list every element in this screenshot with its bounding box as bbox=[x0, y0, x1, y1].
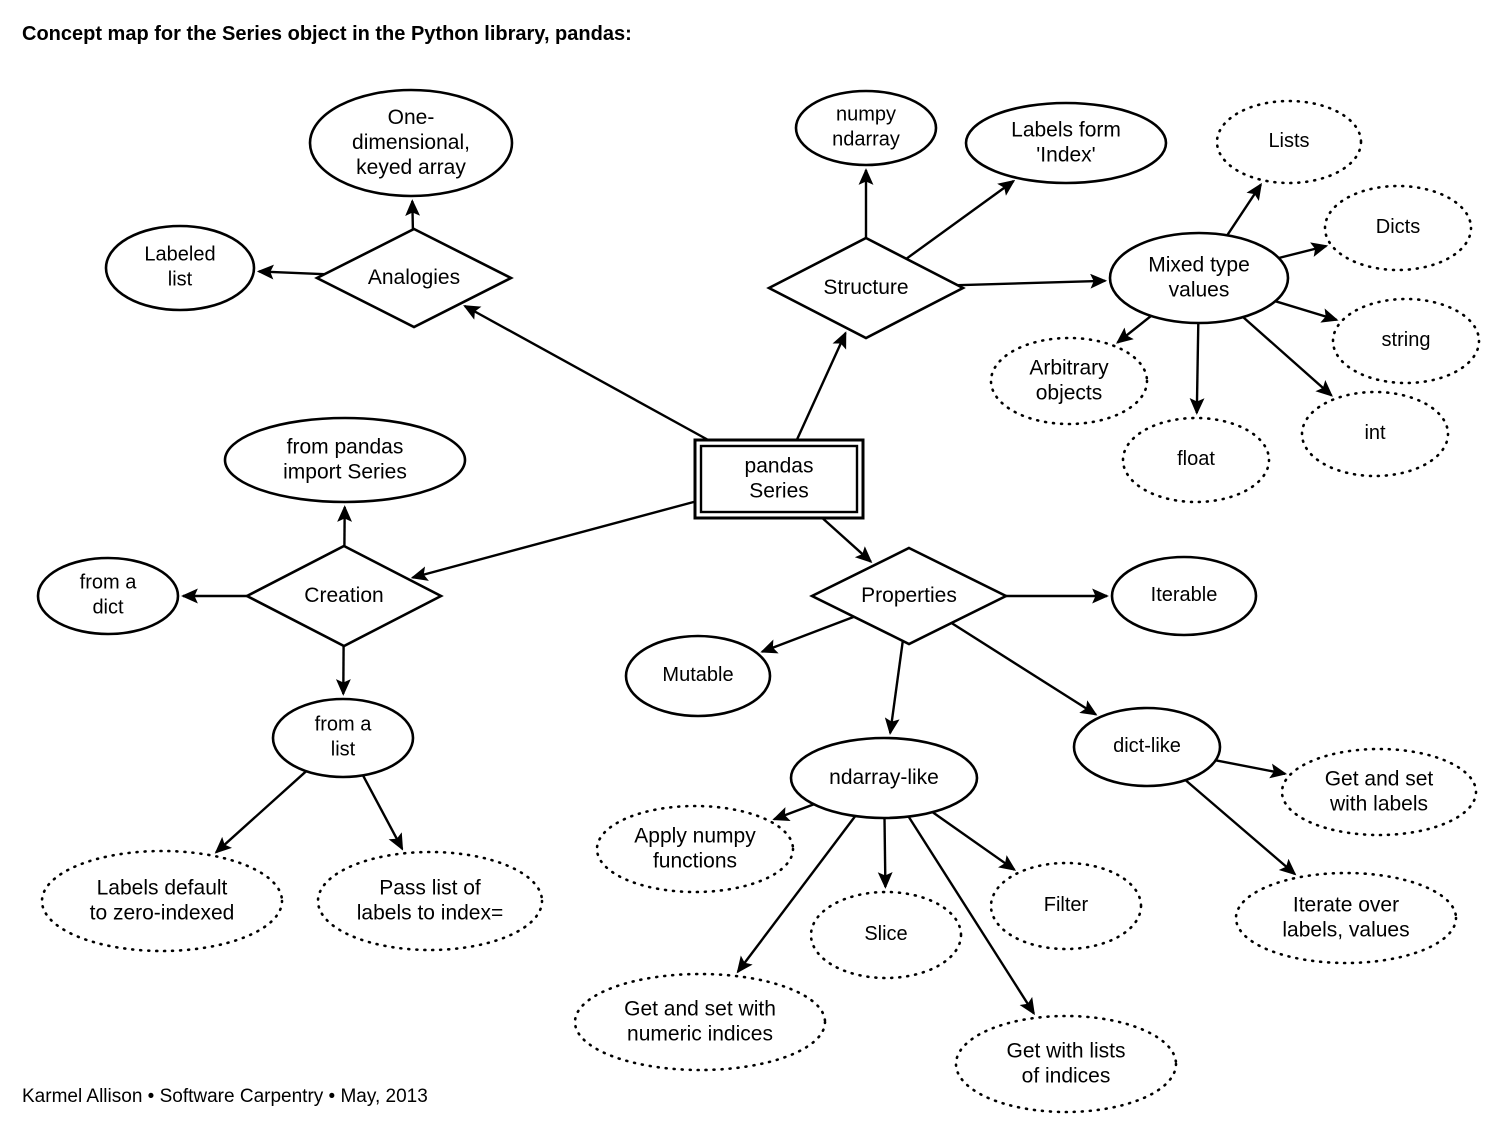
node-layer: pandas Series Analogies One-dimensional, key… bbox=[36, 88, 1481, 1114]
node-apply-numpy-functions[interactable]: Apply numpy functions bbox=[595, 804, 795, 894]
node-label-filter: Filter bbox=[1044, 894, 1089, 916]
edge-ndarray-like-to-filter bbox=[931, 811, 1017, 871]
node-label-slice: Slice bbox=[864, 923, 907, 945]
edge-mixed-type-values-to-dicts bbox=[1278, 242, 1329, 260]
node-label-structure: Structure bbox=[823, 276, 908, 299]
node-dict-like[interactable]: dict-like bbox=[1072, 706, 1222, 788]
node-label-int: int bbox=[1364, 422, 1386, 444]
edge-analogies-to-one-dimensional bbox=[405, 199, 421, 230]
footer-credit: Karmel Allison • Software Carpentry • Ma… bbox=[22, 1086, 428, 1107]
node-label-float: float bbox=[1177, 448, 1215, 470]
node-labels-default[interactable]: Labels default to zero-indexed bbox=[40, 849, 284, 953]
page-title: Concept map for the Series object in the… bbox=[22, 23, 632, 45]
node-arbitrary-objects[interactable]: Arbitrary objects bbox=[989, 336, 1149, 426]
edge-dict-like-to-iterate-over-labels bbox=[1184, 779, 1297, 876]
node-label-properties: Properties bbox=[861, 584, 957, 607]
node-get-with-lists-of-indices[interactable]: Get with lists of indices bbox=[954, 1014, 1178, 1114]
node-structure[interactable]: Structure bbox=[766, 236, 966, 340]
node-slice[interactable]: Slice bbox=[809, 890, 963, 980]
edge-mixed-type-values-to-lists bbox=[1226, 182, 1262, 236]
node-label-mutable: Mutable bbox=[662, 664, 733, 686]
node-mixed-type-values[interactable]: Mixed type values bbox=[1108, 231, 1290, 325]
edge-structure-to-mixed-type-values bbox=[957, 273, 1108, 289]
node-label-creation: Creation bbox=[304, 584, 383, 607]
node-float[interactable]: float bbox=[1121, 416, 1271, 504]
edge-ndarray-like-to-apply-numpy-functions bbox=[772, 803, 815, 822]
node-string[interactable]: string bbox=[1331, 297, 1481, 385]
node-label-lists: Lists bbox=[1268, 130, 1309, 152]
node-numpy-ndarray[interactable]: numpy ndarray bbox=[794, 89, 938, 167]
edge-pandas-series-to-analogies bbox=[463, 304, 709, 442]
node-from-pandas-import[interactable]: from pandas import Series bbox=[223, 416, 467, 504]
edge-pandas-series-to-creation bbox=[410, 500, 696, 581]
node-ndarray-like[interactable]: ndarray-like bbox=[789, 736, 979, 820]
edge-mixed-type-values-to-arbitrary-objects bbox=[1115, 314, 1152, 344]
node-int[interactable]: int bbox=[1300, 390, 1450, 478]
node-label-string: string bbox=[1382, 329, 1431, 351]
edge-properties-to-mutable bbox=[760, 615, 855, 654]
node-pass-list-of-labels[interactable]: Pass list of labels to index= bbox=[316, 850, 544, 952]
node-one-dimensional[interactable]: One-dimensional, keyed array bbox=[308, 88, 514, 198]
edge-mixed-type-values-to-float bbox=[1189, 322, 1205, 415]
edge-pandas-series-to-structure bbox=[795, 331, 847, 441]
node-label-ndarray-like: ndarray-like bbox=[829, 766, 939, 789]
edge-mixed-type-values-to-string bbox=[1274, 300, 1339, 323]
edge-from-a-list-to-pass-list-of-labels bbox=[361, 774, 404, 851]
node-analogies[interactable]: Analogies bbox=[314, 227, 514, 329]
concept-map-canvas: pandas Series Analogies One-dimensional, key… bbox=[22, 23, 1481, 1114]
edge-from-a-list-to-labels-default bbox=[214, 770, 308, 854]
edge-dict-like-to-get-set-with-labels bbox=[1215, 759, 1288, 779]
node-from-a-list[interactable]: from a list bbox=[271, 697, 415, 779]
edge-mixed-type-values-to-int bbox=[1242, 316, 1333, 397]
node-dicts[interactable]: Dicts bbox=[1323, 184, 1473, 272]
node-iterable[interactable]: Iterable bbox=[1110, 555, 1258, 637]
edge-properties-to-ndarray-like bbox=[884, 640, 904, 736]
node-get-set-with-labels[interactable]: Get and set with labels bbox=[1280, 747, 1478, 837]
node-labeled-list[interactable]: Labeled list bbox=[104, 224, 256, 312]
edge-structure-to-labels-form-index bbox=[905, 179, 1016, 260]
node-labels-form-index[interactable]: Labels form 'Index' bbox=[964, 101, 1168, 185]
edge-properties-to-dict-like bbox=[950, 621, 1098, 716]
node-filter[interactable]: Filter bbox=[989, 861, 1143, 951]
node-lists[interactable]: Lists bbox=[1215, 99, 1363, 185]
node-pandas-series[interactable]: pandas Series bbox=[693, 438, 865, 520]
node-get-set-numeric-indices[interactable]: Get and set with numeric indices bbox=[573, 972, 827, 1072]
node-label-analogies: Analogies bbox=[368, 266, 460, 289]
node-properties[interactable]: Properties bbox=[809, 546, 1009, 646]
node-from-a-dict[interactable]: from a dict bbox=[36, 556, 180, 636]
edge-analogies-to-labeled-list bbox=[256, 264, 325, 280]
node-mutable[interactable]: Mutable bbox=[624, 634, 772, 718]
edge-ndarray-like-to-slice bbox=[877, 817, 893, 889]
node-iterate-over-labels[interactable]: Iterate over labels, values bbox=[1234, 871, 1458, 965]
node-label-dicts: Dicts bbox=[1376, 216, 1420, 238]
edge-pandas-series-to-properties bbox=[821, 517, 873, 563]
node-label-iterable: Iterable bbox=[1151, 584, 1218, 606]
node-label-dict-like: dict-like bbox=[1113, 735, 1181, 757]
node-creation[interactable]: Creation bbox=[244, 544, 444, 648]
